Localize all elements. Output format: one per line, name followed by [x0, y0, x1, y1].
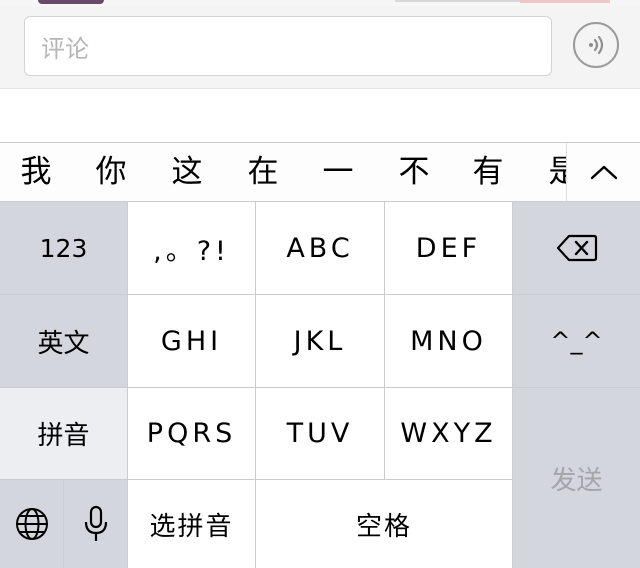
comment-input[interactable]: 评论: [24, 16, 552, 76]
delete-key[interactable]: [513, 202, 640, 294]
candidate-item[interactable]: 有: [466, 143, 510, 201]
pinyin-keyboard: 123 英文 拼音 ,。?! ABC DEF GHI JKL MNO PQRS …: [0, 202, 640, 568]
comment-placeholder: 评论: [41, 34, 89, 63]
ghi-key[interactable]: GHI: [128, 295, 255, 387]
candidate-item[interactable]: 你: [89, 143, 133, 201]
tuv-key[interactable]: TUV: [256, 388, 384, 479]
divider: [520, 0, 610, 3]
english-key[interactable]: 英文: [0, 295, 127, 387]
candidate-item[interactable]: 不: [392, 143, 436, 201]
send-key[interactable]: 发送: [513, 388, 640, 568]
avatar: [38, 0, 104, 4]
jkl-key[interactable]: JKL: [256, 295, 384, 387]
voice-button[interactable]: [573, 22, 619, 68]
comment-bar: 评论: [0, 6, 640, 88]
emoticon-key[interactable]: ^_^: [513, 295, 640, 387]
candidate-item[interactable]: 这: [165, 143, 209, 201]
candidate-bar: 我 你 这 在 一 不 有 是: [0, 142, 640, 202]
microphone-icon: [84, 505, 107, 541]
abc-key[interactable]: ABC: [256, 202, 384, 294]
numbers-key[interactable]: 123: [0, 202, 127, 294]
pqrs-key[interactable]: PQRS: [128, 388, 255, 479]
delete-icon: [556, 234, 597, 262]
punctuation-key[interactable]: ,。?!: [128, 202, 255, 294]
chevron-up-icon: [590, 165, 618, 180]
mno-key[interactable]: MNO: [385, 295, 512, 387]
voice-icon: [589, 35, 604, 55]
candidate-item[interactable]: 我: [14, 143, 58, 201]
wxyz-key[interactable]: WXYZ: [385, 388, 512, 479]
collapse-candidates-button[interactable]: [566, 143, 640, 201]
divider: [395, 0, 525, 2]
space-key[interactable]: 空格: [256, 480, 512, 568]
def-key[interactable]: DEF: [385, 202, 512, 294]
content-area: [0, 88, 640, 143]
globe-key[interactable]: [0, 480, 63, 568]
candidate-item[interactable]: 一: [316, 143, 360, 201]
select-pinyin-key[interactable]: 选拼音: [128, 480, 255, 568]
candidate-item[interactable]: 在: [241, 143, 285, 201]
microphone-key[interactable]: [64, 480, 127, 568]
pinyin-key[interactable]: 拼音: [0, 388, 127, 479]
globe-icon: [15, 508, 48, 540]
